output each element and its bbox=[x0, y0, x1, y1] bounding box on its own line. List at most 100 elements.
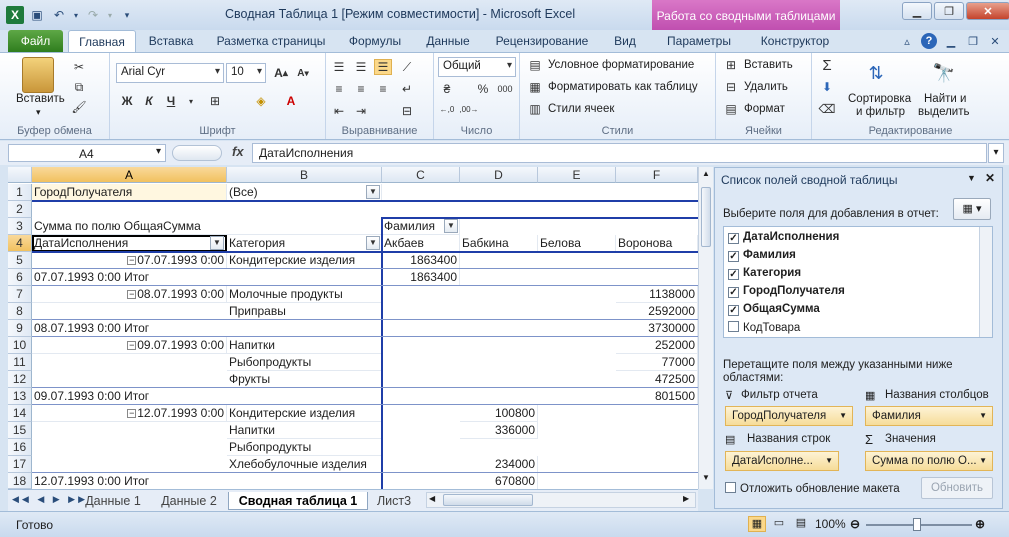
pivot-value-cell[interactable]: 1138000 bbox=[616, 286, 698, 303]
hscroll-thumb[interactable] bbox=[443, 494, 533, 506]
row-header[interactable]: 9 bbox=[8, 320, 32, 337]
find-select-label-1[interactable]: Найти и bbox=[924, 93, 966, 105]
decrease-indent-icon[interactable]: ⇤ bbox=[330, 103, 348, 119]
column-header-c[interactable]: C bbox=[382, 167, 460, 183]
checkbox-checked-icon[interactable]: ✓ bbox=[728, 269, 739, 280]
pivot-column-item[interactable]: Акбаев bbox=[382, 235, 460, 252]
collapse-icon[interactable]: − bbox=[127, 409, 137, 418]
pivot-category-item[interactable]: Напитки bbox=[227, 422, 382, 439]
pivot-subtotal-value[interactable]: 1863400 bbox=[382, 269, 460, 286]
pivot-column-item[interactable]: Белова bbox=[538, 235, 616, 252]
format-cells-icon[interactable]: ▤ bbox=[722, 101, 740, 117]
scroll-thumb[interactable] bbox=[701, 187, 711, 247]
align-middle-icon[interactable]: ☰ bbox=[352, 59, 370, 75]
normal-view-icon[interactable]: ▦ bbox=[748, 516, 766, 532]
format-painter-icon[interactable]: 🖌 bbox=[70, 99, 88, 115]
update-button[interactable]: Обновить bbox=[921, 477, 993, 499]
field-item[interactable]: ✓ Категория bbox=[728, 267, 801, 280]
font-name-select[interactable]: Arial Cyr bbox=[116, 63, 224, 83]
undo-dropdown-icon[interactable]: ▾ bbox=[72, 6, 80, 24]
pivot-subtotal-value[interactable]: 801500 bbox=[616, 388, 698, 405]
find-select-label-2[interactable]: выделить bbox=[918, 106, 970, 118]
minimize-icon[interactable]: ▁ bbox=[902, 2, 932, 20]
zoom-out-icon[interactable]: ⊖ bbox=[850, 517, 860, 531]
find-select-icon[interactable]: 🔭 bbox=[928, 59, 960, 87]
sheet-tab[interactable]: Данные 1 bbox=[76, 492, 150, 510]
row-header[interactable]: 15 bbox=[8, 422, 32, 439]
fill-icon[interactable]: ⬇ bbox=[818, 79, 836, 95]
row-header[interactable]: 7 bbox=[8, 286, 32, 303]
paste-button[interactable]: Вставить bbox=[16, 93, 65, 105]
sheet-tab-active[interactable]: Сводная таблица 1 bbox=[228, 492, 368, 510]
checkbox-unchecked-icon[interactable] bbox=[725, 482, 736, 493]
doc-minimize-icon[interactable]: ▁ bbox=[943, 33, 959, 49]
worksheet-grid[interactable]: A B C D E F 1 2 3 4 5 6 7 8 9 10 11 12 1… bbox=[8, 167, 698, 489]
pivot-subtotal-label[interactable]: 12.07.1993 0:00 Итог bbox=[32, 473, 382, 489]
borders-icon[interactable]: ⊞ bbox=[206, 93, 224, 109]
tab-review[interactable]: Рецензирование bbox=[491, 30, 593, 52]
pivot-subtotal-label[interactable]: 08.07.1993 0:00 Итог bbox=[32, 320, 382, 337]
align-bottom-icon[interactable]: ☰ bbox=[374, 59, 392, 75]
checkbox-checked-icon[interactable]: ✓ bbox=[728, 233, 739, 244]
save-icon[interactable]: ▣ bbox=[28, 6, 46, 24]
pivot-category-item[interactable]: Молочные продукты bbox=[227, 286, 382, 303]
currency-icon[interactable]: ₴ bbox=[438, 81, 456, 97]
pivot-data-caption[interactable]: Сумма по полю ОбщаяСумма bbox=[32, 218, 382, 235]
row-header[interactable]: 5 bbox=[8, 252, 32, 269]
minimize-ribbon-icon[interactable]: ▵ bbox=[899, 33, 915, 49]
align-left-icon[interactable]: ≡ bbox=[330, 81, 348, 97]
row-header[interactable]: 8 bbox=[8, 303, 32, 320]
font-color-icon[interactable]: A bbox=[282, 93, 300, 109]
merge-center-icon[interactable]: ⊟ bbox=[398, 103, 416, 119]
pivot-category-item[interactable]: Рыбопродукты bbox=[227, 439, 382, 456]
delete-cells-button[interactable]: Удалить bbox=[744, 81, 788, 93]
scroll-up-icon[interactable]: ▲ bbox=[701, 169, 711, 181]
insert-function-icon[interactable]: fx bbox=[232, 144, 244, 159]
shrink-font-icon[interactable]: A ▾ bbox=[294, 65, 312, 81]
pivot-filter-label[interactable]: ГородПолучателя bbox=[32, 184, 227, 201]
column-header-f[interactable]: F bbox=[616, 167, 698, 183]
pivot-row-item[interactable]: −07.07.1993 0:00 bbox=[32, 252, 227, 269]
restore-icon[interactable]: ❐ bbox=[934, 2, 964, 20]
pivot-column-item[interactable]: Воронова bbox=[616, 235, 698, 252]
format-as-table-button[interactable]: Форматировать как таблицу bbox=[548, 81, 698, 93]
zoom-level[interactable]: 100% bbox=[815, 517, 846, 531]
tab-design[interactable]: Конструктор bbox=[755, 30, 835, 52]
vertical-scrollbar[interactable]: ▲ ▼ bbox=[698, 167, 713, 489]
formula-input[interactable]: ДатаИсполнения bbox=[252, 143, 987, 163]
filter-field-chip[interactable]: ГородПолучателя bbox=[725, 406, 853, 426]
orientation-icon[interactable]: ⟋ bbox=[398, 59, 416, 75]
insert-cells-icon[interactable]: ⊞ bbox=[722, 57, 740, 73]
tab-home[interactable]: Главная bbox=[68, 30, 136, 52]
redo-dropdown-icon[interactable]: ▾ bbox=[106, 6, 114, 24]
decrease-decimal-icon[interactable]: ,00→ bbox=[459, 101, 478, 117]
pivot-row-item[interactable]: −08.07.1993 0:00 bbox=[32, 286, 227, 303]
align-top-icon[interactable]: ☰ bbox=[330, 59, 348, 75]
checkbox-checked-icon[interactable]: ✓ bbox=[728, 251, 739, 262]
field-list-scrollbar[interactable] bbox=[979, 227, 992, 337]
tab-page-layout[interactable]: Разметка страницы bbox=[212, 30, 330, 52]
pivot-filter-value[interactable]: (Все) bbox=[227, 184, 382, 201]
align-center-icon[interactable]: ≡ bbox=[352, 81, 370, 97]
field-item[interactable]: ✓ ОбщаяСумма bbox=[728, 303, 820, 316]
category-dropdown-icon[interactable]: ▼ bbox=[366, 236, 380, 250]
field-item[interactable]: ✓ ГородПолучателя bbox=[728, 285, 845, 298]
pivot-subtotal-label[interactable]: 07.07.1993 0:00 Итог bbox=[32, 269, 382, 286]
number-format-select[interactable]: Общий bbox=[438, 57, 516, 77]
row-header[interactable]: 3 bbox=[8, 218, 32, 235]
bold-icon[interactable]: Ж bbox=[118, 93, 136, 109]
select-all-corner[interactable] bbox=[8, 167, 32, 183]
row-header[interactable]: 10 bbox=[8, 337, 32, 354]
pivot-value-cell[interactable]: 1863400 bbox=[382, 252, 460, 269]
pivot-row-field-header[interactable]: ДатаИсполнения bbox=[32, 235, 227, 252]
cell-styles-icon[interactable]: ▥ bbox=[526, 101, 544, 117]
font-size-select[interactable]: 10 bbox=[226, 63, 266, 83]
name-box[interactable]: A4 bbox=[8, 144, 166, 162]
scroll-down-icon[interactable]: ▼ bbox=[701, 473, 711, 485]
field-item[interactable]: ✓ Фамилия bbox=[728, 249, 796, 262]
row-header[interactable]: 11 bbox=[8, 354, 32, 371]
tab-formulas[interactable]: Формулы bbox=[344, 30, 406, 52]
pivot-value-cell[interactable]: 252000 bbox=[616, 337, 698, 354]
increase-decimal-icon[interactable]: ←,0 bbox=[438, 101, 456, 117]
pivot-category-item[interactable]: Рыбопродукты bbox=[227, 354, 382, 371]
